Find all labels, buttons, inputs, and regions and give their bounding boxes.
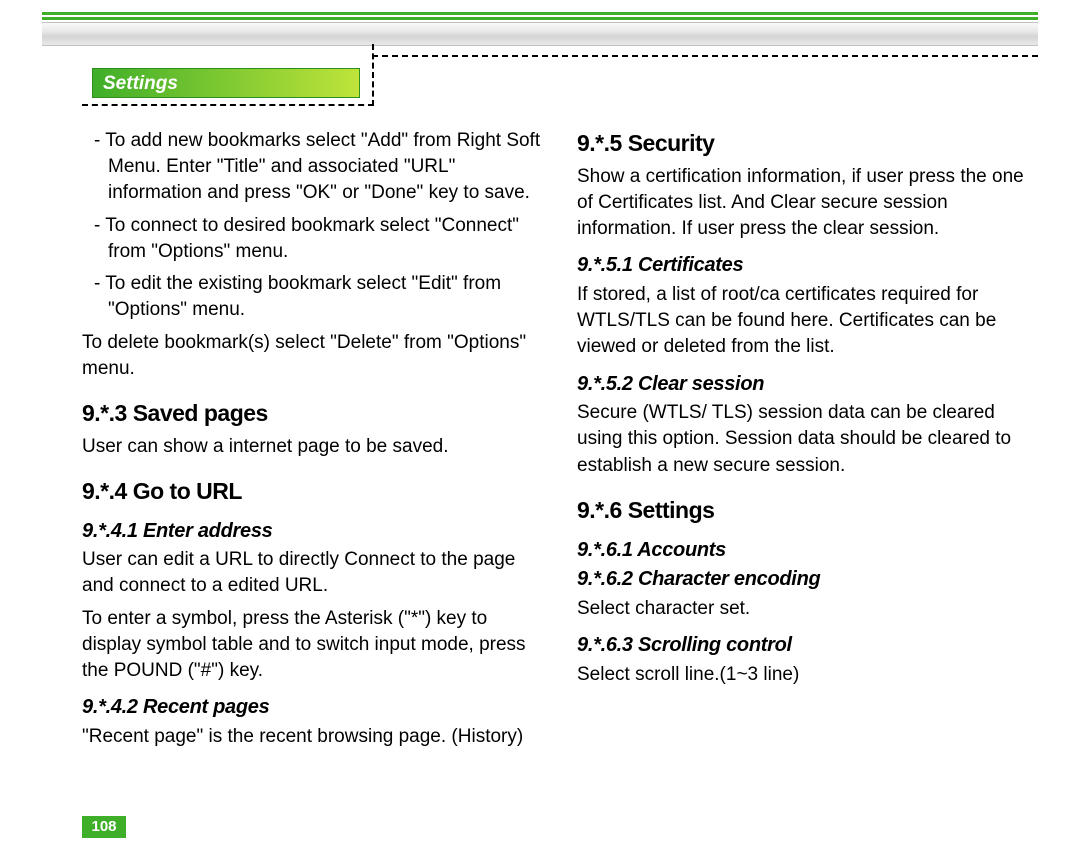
manual-page: Settings - To add new bookmarks select "…	[0, 0, 1080, 864]
heading-settings: 9.*.6 Settings	[577, 495, 1038, 527]
heading-enter-address: 9.*.4.1 Enter address	[82, 518, 543, 546]
bookmark-edit-note: - To edit the existing bookmark select "…	[82, 271, 543, 323]
security-body: Show a certification information, if use…	[577, 164, 1038, 243]
heading-go-to-url: 9.*.4 Go to URL	[82, 476, 543, 508]
heading-security: 9.*.5 Security	[577, 128, 1038, 160]
page-number: 108	[82, 816, 126, 838]
heading-character-encoding: 9.*.6.2 Character encoding	[577, 566, 1038, 594]
recent-pages-body: "Recent page" is the recent browsing pag…	[82, 724, 543, 750]
heading-scrolling-control: 9.*.6.3 Scrolling control	[577, 632, 1038, 660]
heading-clear-session: 9.*.5.2 Clear session	[577, 371, 1038, 399]
bookmark-add-note: - To add new bookmarks select "Add" from…	[82, 128, 543, 207]
heading-certificates: 9.*.5.1 Certificates	[577, 252, 1038, 280]
certificates-body: If stored, a list of root/ca certificate…	[577, 282, 1038, 361]
heading-recent-pages: 9.*.4.2 Recent pages	[82, 694, 543, 722]
section-tab: Settings	[92, 68, 360, 98]
heading-saved-pages: 9.*.3 Saved pages	[82, 398, 543, 430]
bookmark-connect-note: - To connect to desired bookmark select …	[82, 213, 543, 265]
clear-session-body: Secure (WTLS/ TLS) session data can be c…	[577, 400, 1038, 479]
character-encoding-body: Select character set.	[577, 596, 1038, 622]
bookmark-delete-note: To delete bookmark(s) select "Delete" fr…	[82, 330, 543, 382]
saved-pages-body: User can show a internet page to be save…	[82, 434, 543, 460]
right-column: 9.*.5 Security Show a certification info…	[577, 128, 1038, 800]
heading-accounts: 9.*.6.1 Accounts	[577, 537, 1038, 565]
enter-address-body-2: To enter a symbol, press the Asterisk ("…	[82, 606, 543, 685]
metal-strip	[42, 22, 1038, 46]
left-column: - To add new bookmarks select "Add" from…	[82, 128, 543, 800]
top-dashed-line	[372, 55, 1038, 57]
content-columns: - To add new bookmarks select "Add" from…	[82, 128, 1038, 800]
scrolling-control-body: Select scroll line.(1~3 line)	[577, 662, 1038, 688]
enter-address-body-1: User can edit a URL to directly Connect …	[82, 547, 543, 599]
top-accent-bars	[42, 12, 1038, 20]
